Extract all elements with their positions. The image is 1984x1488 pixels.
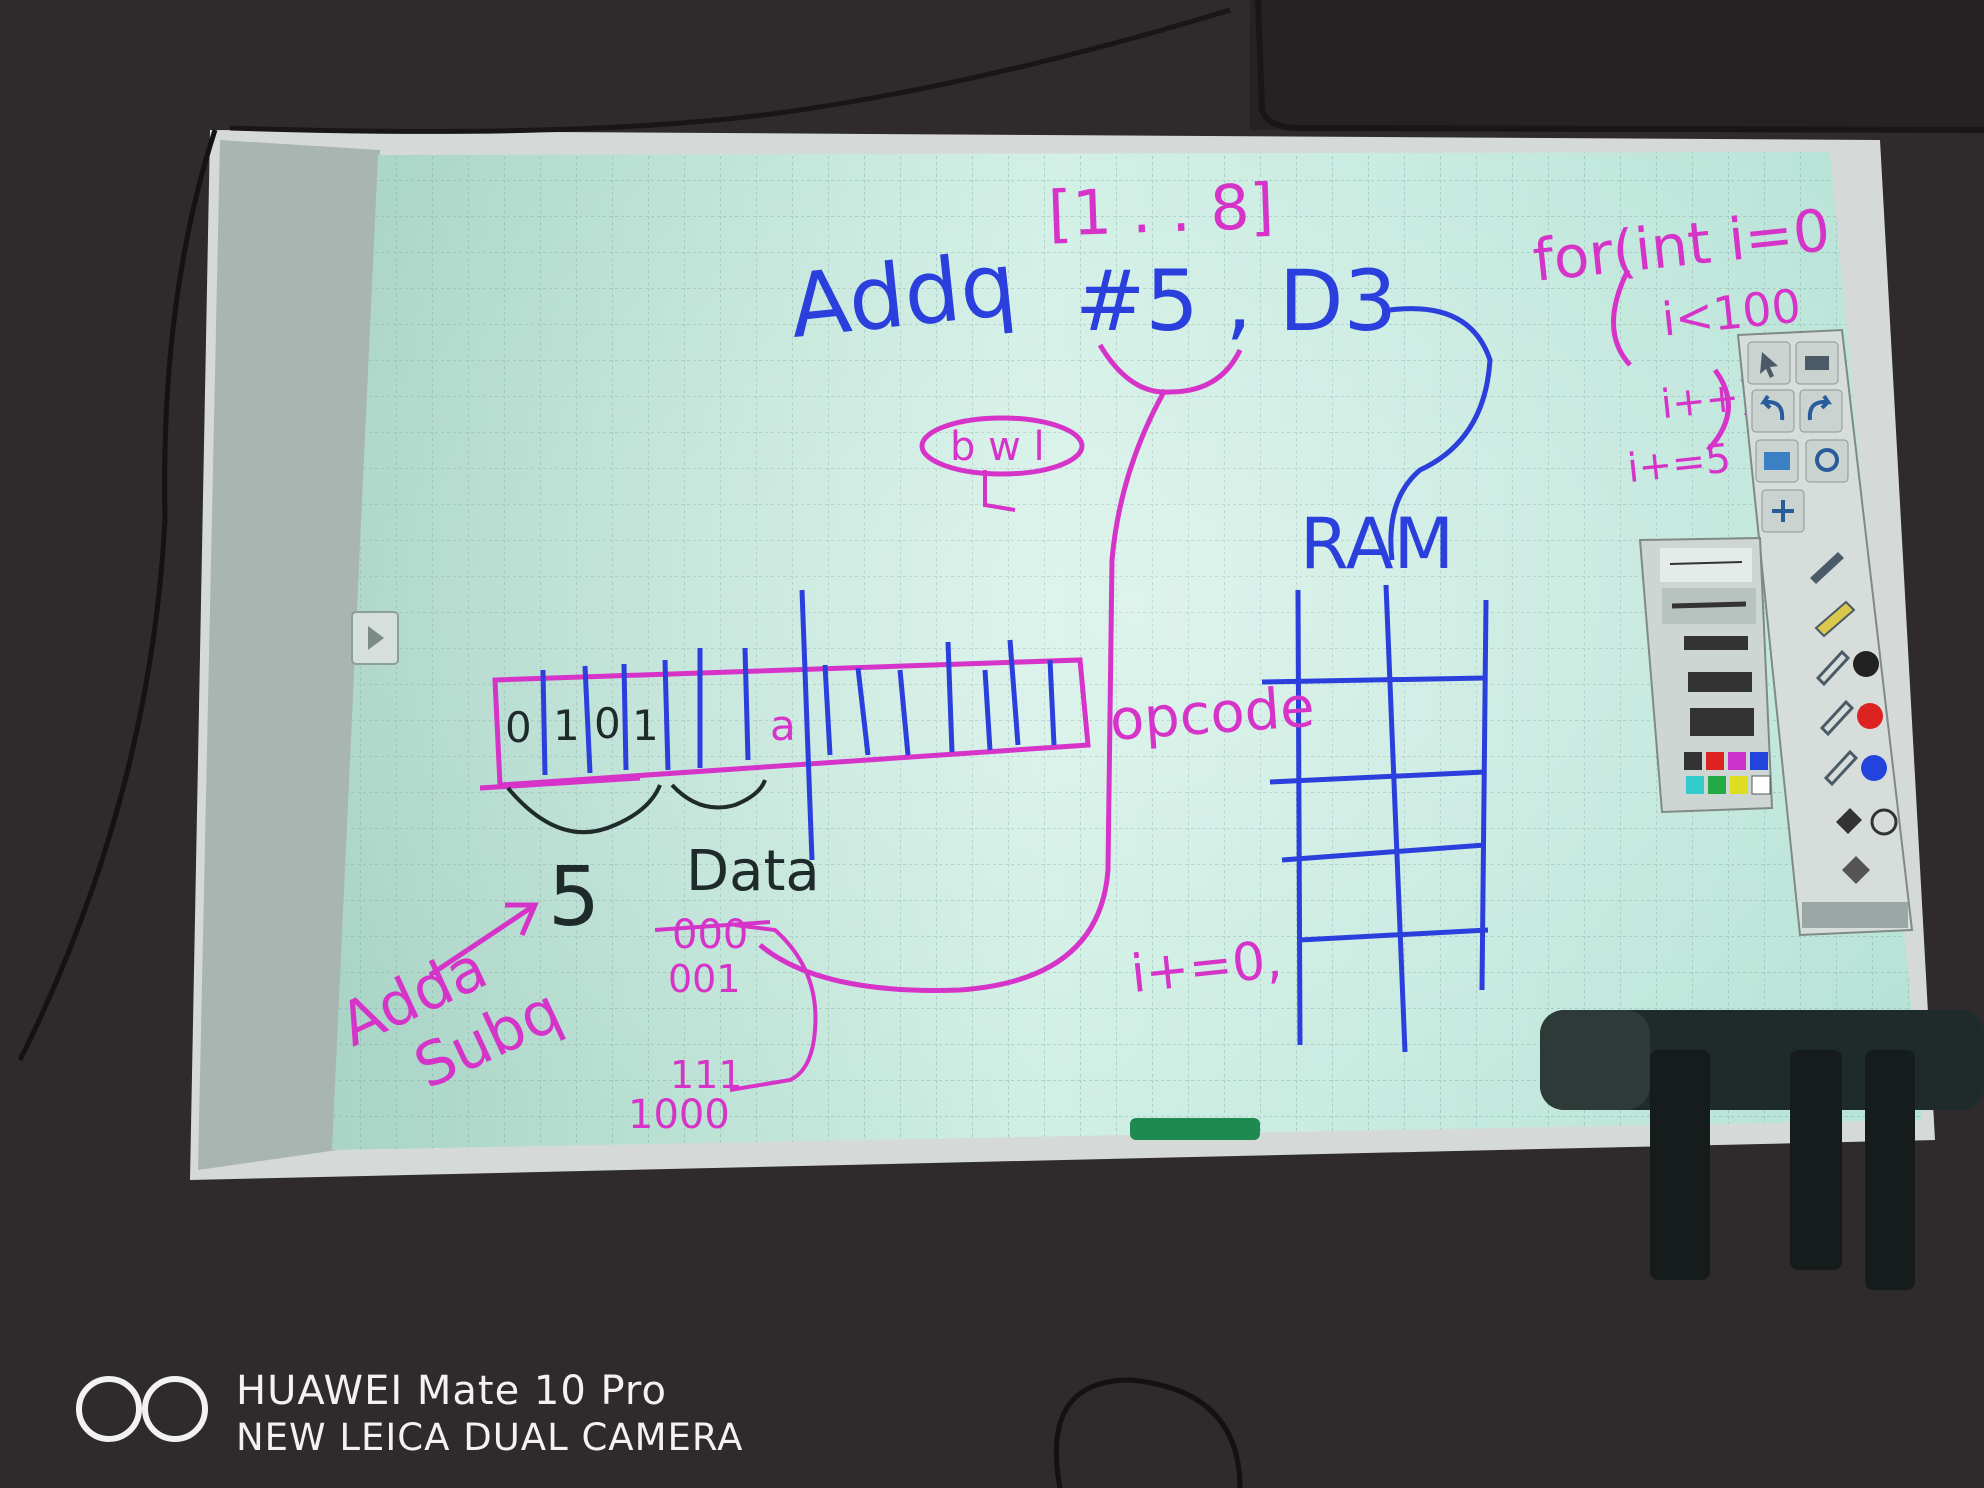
board-note: 001 [668, 957, 741, 1001]
toolbar-footer [1802, 902, 1908, 928]
line-width-thick[interactable] [1684, 636, 1748, 650]
ink-color-swatch [1853, 651, 1879, 677]
palette-color[interactable] [1706, 752, 1724, 770]
palette-color[interactable] [1730, 776, 1748, 794]
photo-scene: [1 . . 8] Addq #5 , D3 b w l for(int i=0… [0, 0, 1984, 1488]
palette-color[interactable] [1708, 776, 1726, 794]
board-note: 1000 [628, 1092, 730, 1138]
print-icon [1805, 356, 1829, 370]
register-bit-2: 1 [553, 701, 580, 750]
palette-color[interactable] [1751, 775, 1771, 795]
register-bit-5: a [770, 701, 796, 750]
palette-color[interactable] [1684, 752, 1702, 770]
watermark-line-1: HUAWEI Mate 10 Pro [236, 1368, 667, 1414]
palette-color[interactable] [1750, 752, 1768, 770]
tool-button-redo[interactable] [1799, 389, 1843, 433]
five-label: 5 [548, 850, 600, 945]
register-bit-4: 1 [632, 701, 659, 750]
tool-button-move[interactable] [1761, 489, 1805, 533]
watermark-line-2: NEW LEICA DUAL CAMERA [236, 1416, 744, 1459]
size-suffixes: b w l [950, 424, 1045, 470]
instruction-operands: #5 , D3 [1075, 252, 1397, 350]
tool-button-undo[interactable] [1751, 389, 1795, 433]
line-width-thin[interactable] [1660, 548, 1752, 582]
board-note: 000 [672, 912, 748, 958]
ink-color-swatch [1857, 703, 1883, 729]
palette-color[interactable] [1728, 752, 1746, 770]
tool-button-pointer[interactable] [1747, 341, 1791, 385]
camera-watermark: HUAWEI Mate 10 Pro NEW LEICA DUAL CAMERA [76, 1368, 756, 1468]
range-label: [1 . . 8] [1047, 170, 1275, 251]
camera-logo [76, 1376, 212, 1442]
tool-button-print[interactable] [1795, 341, 1839, 385]
palette-color[interactable] [1686, 776, 1704, 794]
ink-color-swatch [1861, 755, 1887, 781]
screen-icon [1764, 452, 1790, 470]
line-width-thicker[interactable] [1688, 672, 1752, 692]
line-width-panel [1638, 536, 1774, 814]
data-label: Data [686, 839, 820, 904]
tool-button-screen[interactable] [1755, 439, 1799, 483]
marker-tray [1130, 1118, 1260, 1140]
register-bit-1: 0 [505, 703, 532, 752]
ram-label: RAM [1300, 503, 1454, 585]
register-bit-3: 0 [594, 699, 621, 748]
tool-button-zoom[interactable] [1805, 439, 1849, 483]
line-width-thickest[interactable] [1690, 708, 1754, 736]
